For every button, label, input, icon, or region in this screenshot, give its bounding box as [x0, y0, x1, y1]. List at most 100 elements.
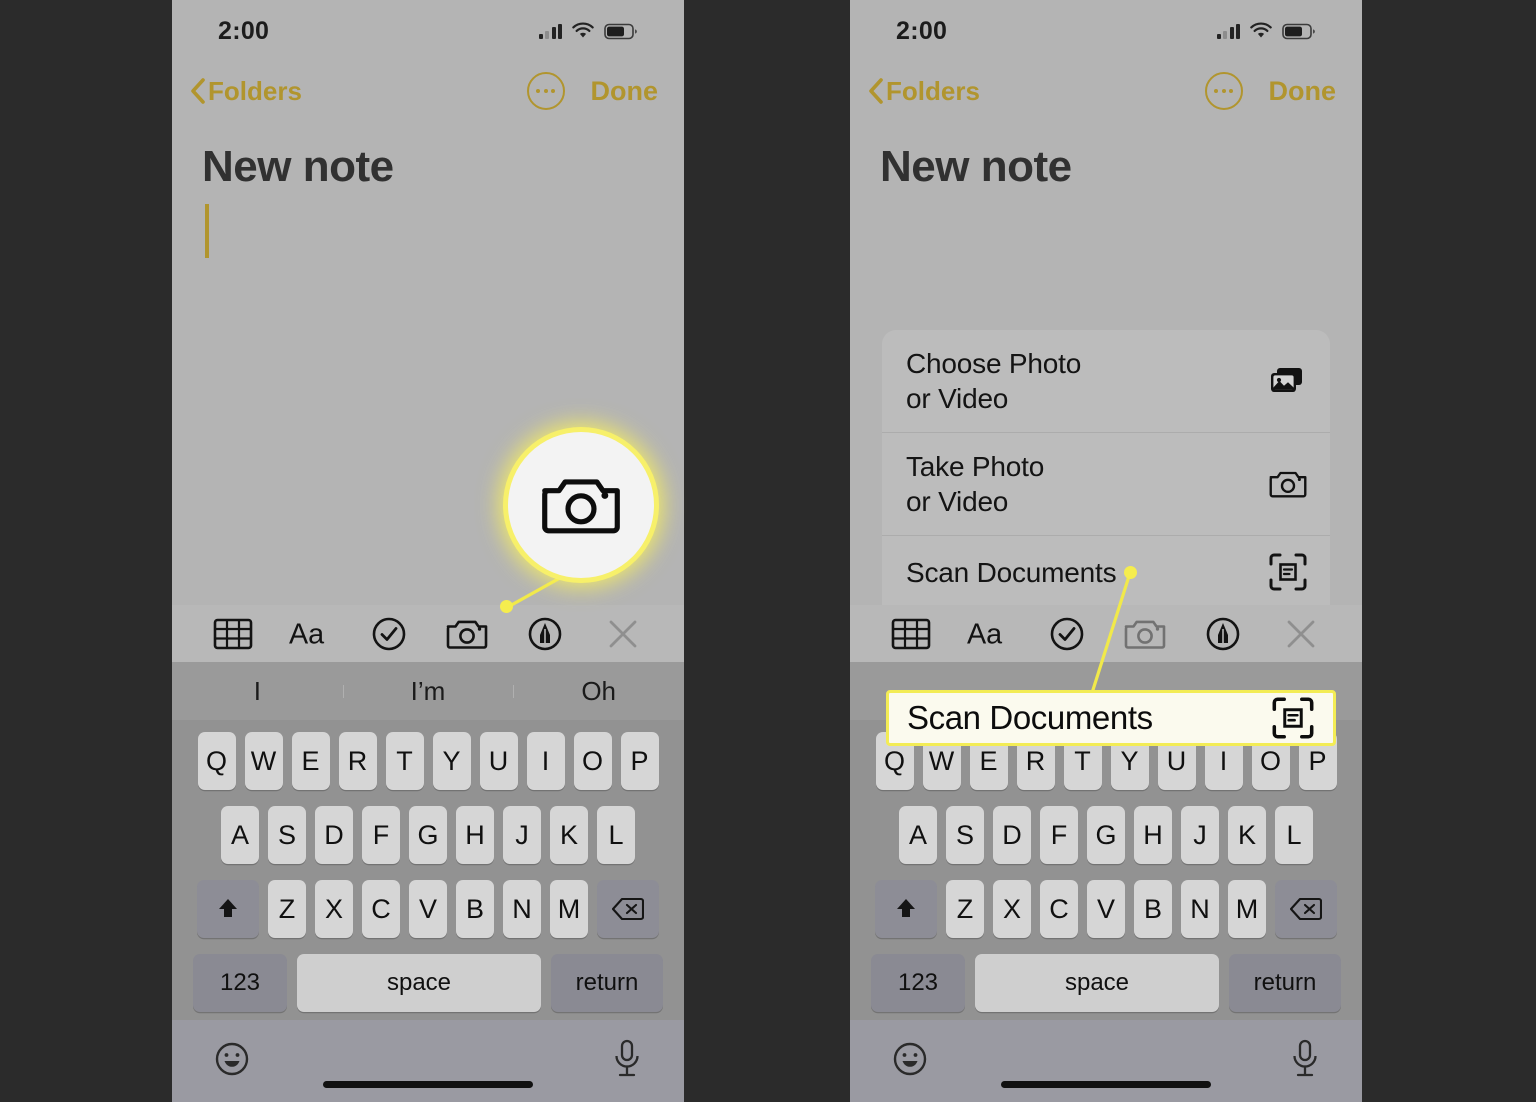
- right-callout-leader-line: [1090, 572, 1132, 694]
- right-callout-anchor-dot: [1124, 566, 1137, 579]
- key-k[interactable]: K: [1228, 806, 1266, 864]
- photos-icon: [1268, 361, 1308, 401]
- microphone-icon[interactable]: [1290, 1039, 1320, 1084]
- key-u[interactable]: U: [479, 732, 518, 790]
- shift-key[interactable]: [197, 880, 259, 938]
- camera-icon[interactable]: [444, 613, 490, 655]
- back-button[interactable]: Folders: [868, 76, 980, 107]
- key-l[interactable]: L: [597, 806, 635, 864]
- key-g[interactable]: G: [1087, 806, 1125, 864]
- key-v[interactable]: V: [409, 880, 447, 938]
- keyboard-row-4: 123 space return: [176, 954, 680, 1012]
- key-t[interactable]: T: [385, 732, 424, 790]
- note-title: New note: [202, 142, 394, 191]
- key-c[interactable]: C: [362, 880, 400, 938]
- key-o[interactable]: O: [573, 732, 612, 790]
- key-z[interactable]: Z: [268, 880, 306, 938]
- key-s[interactable]: S: [268, 806, 306, 864]
- key-j[interactable]: J: [503, 806, 541, 864]
- phone-screen-right: 2:00 Folders Done New note Choose Photo …: [850, 0, 1362, 1102]
- key-v[interactable]: V: [1087, 880, 1125, 938]
- suggestion-item[interactable]: Oh: [513, 676, 684, 707]
- key-c[interactable]: C: [1040, 880, 1078, 938]
- key-k[interactable]: K: [550, 806, 588, 864]
- shift-key[interactable]: [875, 880, 937, 938]
- emoji-icon[interactable]: [892, 1041, 928, 1082]
- return-key[interactable]: return: [1229, 954, 1341, 1012]
- key-d[interactable]: D: [315, 806, 353, 864]
- key-f[interactable]: F: [362, 806, 400, 864]
- battery-icon: [604, 23, 638, 40]
- key-e[interactable]: E: [291, 732, 330, 790]
- table-icon[interactable]: [210, 613, 256, 655]
- key-i[interactable]: I: [526, 732, 565, 790]
- key-n[interactable]: N: [1181, 880, 1219, 938]
- keyboard-row-1: Q W E R T Y U I O P: [176, 732, 680, 790]
- key-d[interactable]: D: [993, 806, 1031, 864]
- more-options-icon[interactable]: [526, 72, 565, 110]
- done-button[interactable]: Done: [1269, 76, 1337, 107]
- return-key[interactable]: return: [551, 954, 663, 1012]
- sheet-item-choose-photo-or-video[interactable]: Choose Photo or Video: [882, 330, 1330, 433]
- emoji-icon[interactable]: [214, 1041, 250, 1082]
- key-r[interactable]: R: [338, 732, 377, 790]
- callout-label: Scan Documents: [907, 699, 1153, 736]
- backspace-key[interactable]: [597, 880, 659, 938]
- keyboard-bottom-bar: [172, 1020, 684, 1102]
- suggestion-item[interactable]: I: [172, 676, 343, 707]
- key-w[interactable]: W: [244, 732, 283, 790]
- backspace-key[interactable]: [1275, 880, 1337, 938]
- status-indicators: [1216, 22, 1317, 40]
- suggestion-item[interactable]: I’m: [342, 676, 514, 707]
- key-b[interactable]: B: [456, 880, 494, 938]
- key-n[interactable]: N: [503, 880, 541, 938]
- sheet-item-label: Take Photo or Video: [906, 451, 1045, 517]
- markup-pen-icon[interactable]: [1200, 613, 1246, 655]
- key-j[interactable]: J: [1181, 806, 1219, 864]
- cellular-signal-icon: [538, 23, 562, 39]
- key-z[interactable]: Z: [946, 880, 984, 938]
- space-key[interactable]: space: [975, 954, 1219, 1012]
- text-format-icon[interactable]: Aa: [966, 613, 1012, 655]
- numbers-key[interactable]: 123: [871, 954, 965, 1012]
- left-callout-anchor-dot: [500, 600, 513, 613]
- back-button[interactable]: Folders: [190, 76, 302, 107]
- note-body[interactable]: New note: [850, 120, 1362, 192]
- screenshot-stage: 2:00 Folders Done New note Aa I I’m Oh Q…: [0, 0, 1536, 1102]
- sheet-item-label: Choose Photo or Video: [906, 348, 1082, 414]
- svg-text:Aa: Aa: [967, 618, 1002, 650]
- key-m[interactable]: M: [1228, 880, 1266, 938]
- key-a[interactable]: A: [899, 806, 937, 864]
- key-l[interactable]: L: [1275, 806, 1313, 864]
- key-q[interactable]: Q: [197, 732, 236, 790]
- note-body[interactable]: New note: [172, 120, 684, 258]
- key-p[interactable]: P: [620, 732, 659, 790]
- microphone-icon[interactable]: [612, 1039, 642, 1084]
- key-x[interactable]: X: [315, 880, 353, 938]
- close-icon[interactable]: [1278, 613, 1324, 655]
- key-a[interactable]: A: [221, 806, 259, 864]
- status-bar: 2:00: [172, 0, 684, 62]
- more-options-icon[interactable]: [1204, 72, 1243, 110]
- keyboard-row-2: A S D F G H J K L: [854, 806, 1358, 864]
- status-indicators: [538, 22, 639, 40]
- cellular-signal-icon: [1216, 23, 1240, 39]
- checklist-icon[interactable]: [366, 613, 412, 655]
- text-format-icon[interactable]: Aa: [288, 613, 334, 655]
- table-icon[interactable]: [888, 613, 934, 655]
- wifi-icon: [571, 22, 595, 40]
- space-key[interactable]: space: [297, 954, 541, 1012]
- key-m[interactable]: M: [550, 880, 588, 938]
- key-s[interactable]: S: [946, 806, 984, 864]
- sheet-item-take-photo-or-video[interactable]: Take Photo or Video: [882, 433, 1330, 536]
- key-g[interactable]: G: [409, 806, 447, 864]
- key-b[interactable]: B: [1134, 880, 1172, 938]
- done-button[interactable]: Done: [591, 76, 659, 107]
- key-h[interactable]: H: [456, 806, 494, 864]
- key-f[interactable]: F: [1040, 806, 1078, 864]
- key-x[interactable]: X: [993, 880, 1031, 938]
- key-h[interactable]: H: [1134, 806, 1172, 864]
- key-y[interactable]: Y: [432, 732, 471, 790]
- numbers-key[interactable]: 123: [193, 954, 287, 1012]
- nav-bar: Folders Done: [172, 62, 684, 120]
